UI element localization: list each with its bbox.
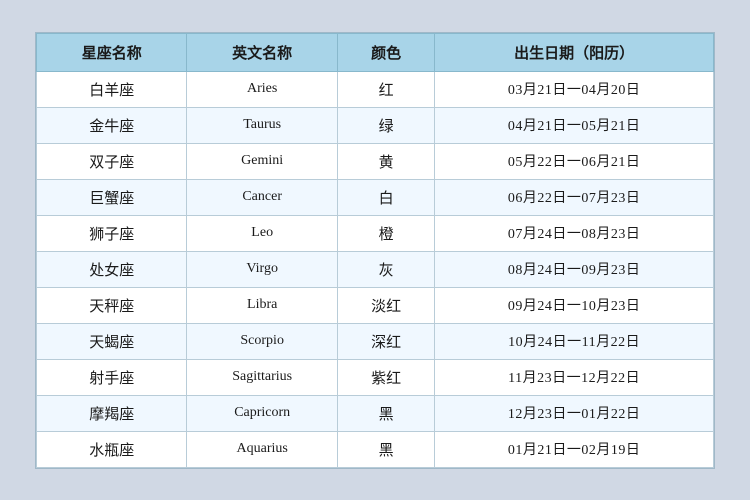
cell-english-name: Sagittarius: [187, 359, 337, 395]
cell-dates: 09月24日一10月23日: [435, 287, 714, 323]
header-birth-date: 出生日期（阳历）: [435, 33, 714, 71]
zodiac-table-container: 星座名称 英文名称 颜色 出生日期（阳历） 白羊座Aries红03月21日一04…: [35, 32, 715, 469]
cell-chinese-name: 射手座: [37, 359, 187, 395]
table-row: 白羊座Aries红03月21日一04月20日: [37, 71, 714, 107]
table-row: 金牛座Taurus绿04月21日一05月21日: [37, 107, 714, 143]
cell-english-name: Cancer: [187, 179, 337, 215]
table-row: 摩羯座Capricorn黑12月23日一01月22日: [37, 395, 714, 431]
table-row: 处女座Virgo灰08月24日一09月23日: [37, 251, 714, 287]
cell-color: 黑: [337, 431, 434, 467]
cell-english-name: Aries: [187, 71, 337, 107]
cell-dates: 04月21日一05月21日: [435, 107, 714, 143]
cell-dates: 07月24日一08月23日: [435, 215, 714, 251]
cell-color: 红: [337, 71, 434, 107]
table-header-row: 星座名称 英文名称 颜色 出生日期（阳历）: [37, 33, 714, 71]
cell-dates: 12月23日一01月22日: [435, 395, 714, 431]
cell-color: 紫红: [337, 359, 434, 395]
header-english-name: 英文名称: [187, 33, 337, 71]
cell-english-name: Virgo: [187, 251, 337, 287]
cell-dates: 06月22日一07月23日: [435, 179, 714, 215]
cell-english-name: Capricorn: [187, 395, 337, 431]
table-row: 天蝎座Scorpio深红10月24日一11月22日: [37, 323, 714, 359]
cell-english-name: Leo: [187, 215, 337, 251]
cell-dates: 08月24日一09月23日: [435, 251, 714, 287]
cell-chinese-name: 巨蟹座: [37, 179, 187, 215]
cell-color: 绿: [337, 107, 434, 143]
cell-color: 橙: [337, 215, 434, 251]
cell-dates: 01月21日一02月19日: [435, 431, 714, 467]
cell-english-name: Taurus: [187, 107, 337, 143]
cell-color: 白: [337, 179, 434, 215]
cell-english-name: Aquarius: [187, 431, 337, 467]
cell-chinese-name: 白羊座: [37, 71, 187, 107]
cell-english-name: Libra: [187, 287, 337, 323]
table-row: 水瓶座Aquarius黑01月21日一02月19日: [37, 431, 714, 467]
cell-english-name: Scorpio: [187, 323, 337, 359]
table-row: 天秤座Libra淡红09月24日一10月23日: [37, 287, 714, 323]
cell-color: 黄: [337, 143, 434, 179]
header-color: 颜色: [337, 33, 434, 71]
header-chinese-name: 星座名称: [37, 33, 187, 71]
cell-dates: 03月21日一04月20日: [435, 71, 714, 107]
cell-chinese-name: 双子座: [37, 143, 187, 179]
cell-chinese-name: 金牛座: [37, 107, 187, 143]
cell-chinese-name: 天秤座: [37, 287, 187, 323]
cell-chinese-name: 水瓶座: [37, 431, 187, 467]
cell-chinese-name: 摩羯座: [37, 395, 187, 431]
cell-color: 黑: [337, 395, 434, 431]
cell-color: 淡红: [337, 287, 434, 323]
cell-dates: 11月23日一12月22日: [435, 359, 714, 395]
cell-english-name: Gemini: [187, 143, 337, 179]
cell-chinese-name: 天蝎座: [37, 323, 187, 359]
zodiac-table: 星座名称 英文名称 颜色 出生日期（阳历） 白羊座Aries红03月21日一04…: [36, 33, 714, 468]
cell-color: 深红: [337, 323, 434, 359]
cell-color: 灰: [337, 251, 434, 287]
cell-dates: 05月22日一06月21日: [435, 143, 714, 179]
cell-chinese-name: 处女座: [37, 251, 187, 287]
table-row: 狮子座Leo橙07月24日一08月23日: [37, 215, 714, 251]
table-row: 射手座Sagittarius紫红11月23日一12月22日: [37, 359, 714, 395]
cell-chinese-name: 狮子座: [37, 215, 187, 251]
cell-dates: 10月24日一11月22日: [435, 323, 714, 359]
table-row: 巨蟹座Cancer白06月22日一07月23日: [37, 179, 714, 215]
table-row: 双子座Gemini黄05月22日一06月21日: [37, 143, 714, 179]
